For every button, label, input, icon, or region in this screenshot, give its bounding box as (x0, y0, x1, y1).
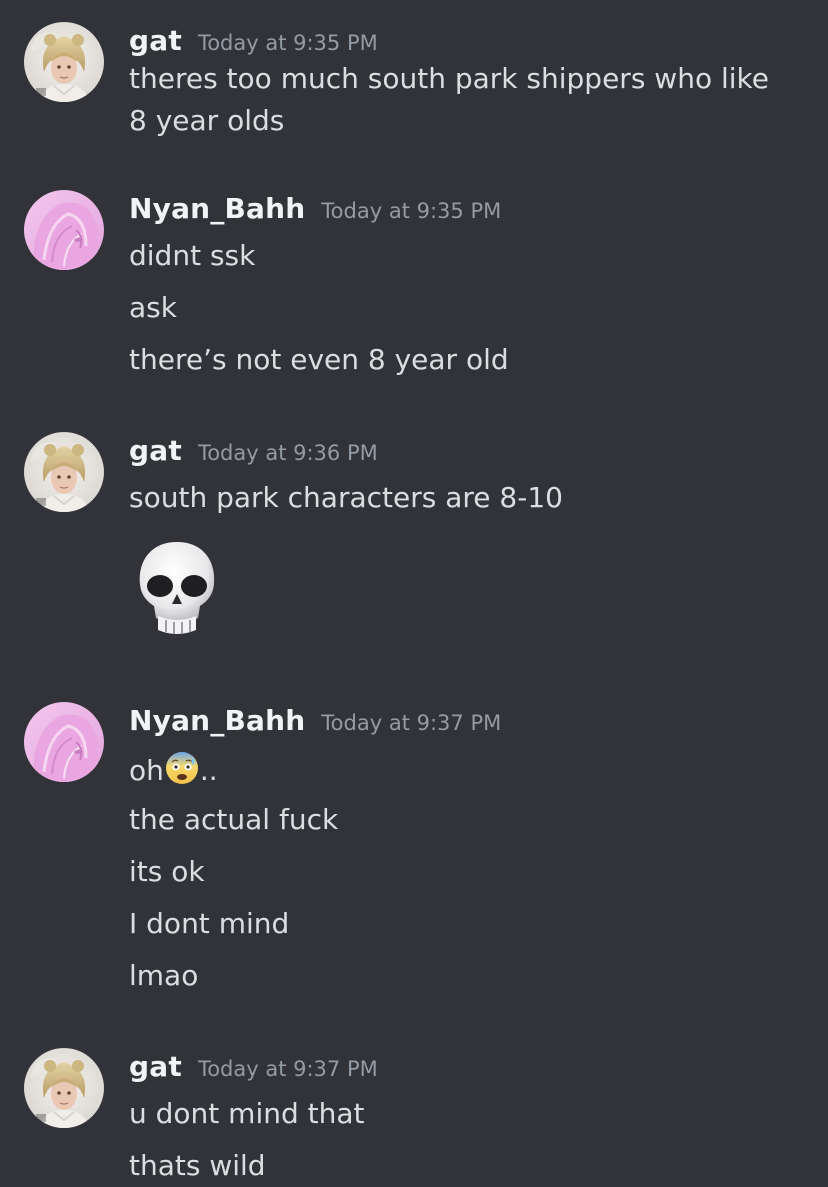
user-avatar[interactable] (24, 190, 104, 270)
skull-emoji-icon[interactable] (132, 538, 222, 638)
blonde-doll-avatar-icon (24, 22, 104, 102)
message-text: its ok (129, 855, 205, 888)
message-text: I dont mind (129, 907, 290, 940)
message-text: thats wild (129, 1149, 266, 1182)
message-text: theres too much south park shippers who … (129, 62, 769, 137)
message-text: south park characters are 8-10 (129, 481, 563, 514)
message-text: oh .. (129, 750, 218, 789)
timestamp[interactable]: Today at 9:37 PM (321, 711, 501, 735)
user-avatar[interactable] (24, 432, 104, 512)
blonde-doll-avatar-icon (24, 432, 104, 512)
timestamp[interactable]: Today at 9:36 PM (198, 441, 378, 465)
anxious-face-with-sweat-emoji-icon[interactable] (164, 750, 200, 786)
message-header: gat Today at 9:35 PM (129, 24, 378, 57)
message-header: Nyan_Bahh Today at 9:37 PM (129, 704, 501, 737)
message-text: u dont mind that (129, 1097, 365, 1130)
message-text-part: oh (129, 754, 164, 787)
username[interactable]: gat (129, 1050, 182, 1083)
pink-anime-avatar-icon (24, 190, 104, 270)
user-avatar[interactable] (24, 1048, 104, 1128)
username[interactable]: gat (129, 434, 182, 467)
message-text-part: .. (199, 754, 218, 787)
timestamp[interactable]: Today at 9:35 PM (321, 199, 501, 223)
blonde-doll-avatar-icon (24, 1048, 104, 1128)
message-header: gat Today at 9:36 PM (129, 434, 378, 467)
username[interactable]: Nyan_Bahh (129, 192, 305, 225)
timestamp[interactable]: Today at 9:35 PM (198, 31, 378, 55)
pink-anime-avatar-icon (24, 702, 104, 782)
message-text: there’s not even 8 year old (129, 343, 509, 376)
username[interactable]: Nyan_Bahh (129, 704, 305, 737)
user-avatar[interactable] (24, 702, 104, 782)
user-avatar[interactable] (24, 22, 104, 102)
message-text: ask (129, 291, 177, 324)
message-text: lmao (129, 959, 199, 992)
chat-message-list: gat Today at 9:35 PM theres too much sou… (0, 0, 828, 1187)
message-text: the actual fuck (129, 803, 339, 836)
message-header: gat Today at 9:37 PM (129, 1050, 378, 1083)
message-header: Nyan_Bahh Today at 9:35 PM (129, 192, 501, 225)
username[interactable]: gat (129, 24, 182, 57)
timestamp[interactable]: Today at 9:37 PM (198, 1057, 378, 1081)
message-text: didnt ssk (129, 239, 256, 272)
